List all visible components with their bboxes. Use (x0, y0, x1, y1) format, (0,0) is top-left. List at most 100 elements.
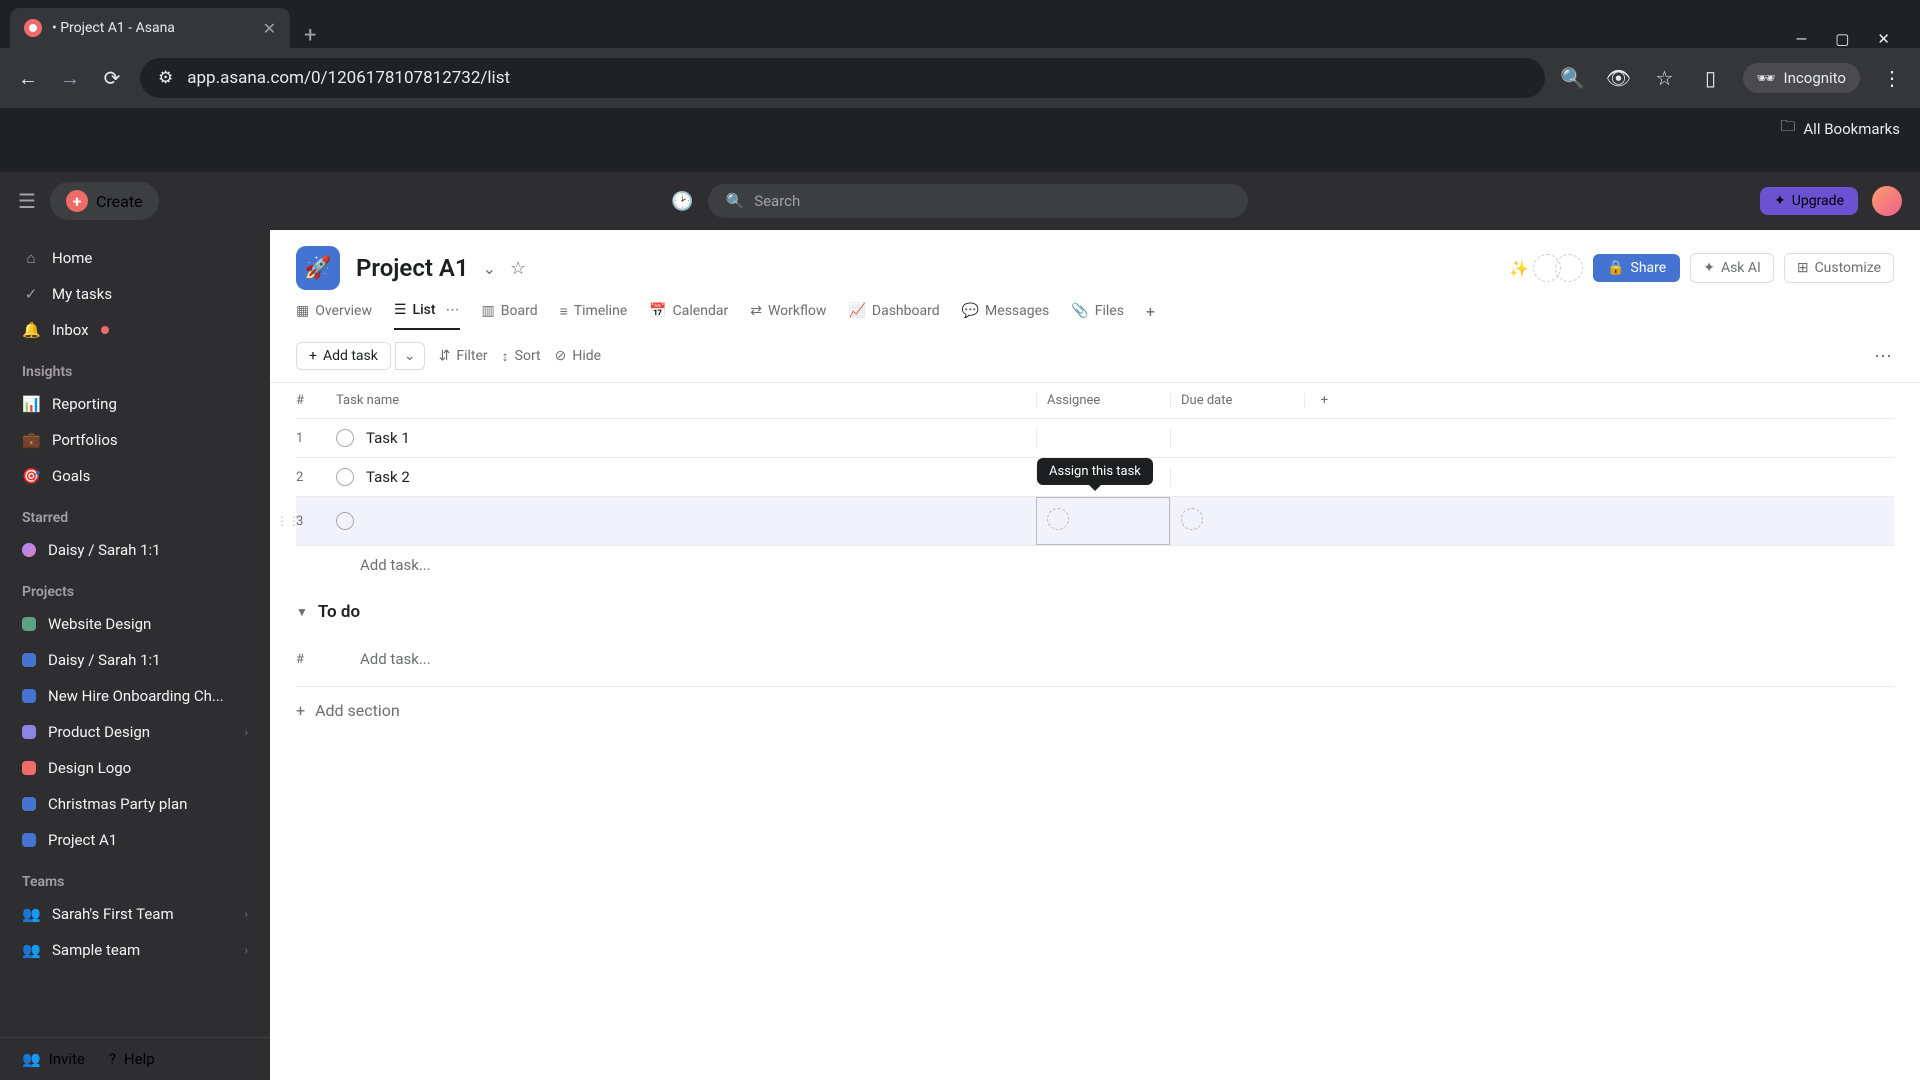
tab-timeline[interactable]: ≡Timeline (560, 302, 628, 330)
messages-icon: 💬 (962, 303, 979, 319)
ai-sparkle-icon[interactable]: ✨ (1509, 259, 1529, 278)
empty-avatars[interactable] (1539, 254, 1583, 282)
sidebar-project[interactable]: New Hire Onboarding Ch... (0, 678, 270, 714)
tab-messages[interactable]: 💬Messages (962, 302, 1050, 330)
sidebar-project[interactable]: Daisy / Sarah 1:1 (0, 642, 270, 678)
sidebar-project[interactable]: Product Design› (0, 714, 270, 750)
tab-files[interactable]: 📎Files (1071, 302, 1124, 330)
task-name[interactable]: Task 2 (366, 468, 410, 486)
assign-placeholder-icon[interactable] (1047, 508, 1069, 530)
sidebar-my-tasks[interactable]: ✓My tasks (0, 276, 270, 312)
sidebar-home[interactable]: ⌂Home (0, 240, 270, 276)
share-button[interactable]: 🔒Share (1593, 254, 1680, 282)
tab-workflow[interactable]: ⇄Workflow (750, 302, 826, 330)
incognito-chip[interactable]: 🕶 Incognito (1743, 63, 1861, 93)
search-icon[interactable]: 🔍 (1559, 64, 1587, 92)
sort-button[interactable]: ↕Sort (502, 348, 541, 365)
browser-tab[interactable]: • Project A1 - Asana ✕ (10, 8, 290, 48)
add-task-button[interactable]: +Add task (296, 342, 391, 370)
close-window-icon[interactable]: ✕ (1877, 30, 1890, 48)
sidebar-goals[interactable]: 🎯Goals (0, 458, 270, 494)
tab-calendar[interactable]: 📅Calendar (649, 302, 728, 330)
project-menu-chevron[interactable]: ⌄ (483, 259, 496, 278)
due-cell[interactable] (1170, 467, 1304, 487)
sidebar-starred-item[interactable]: Daisy / Sarah 1:1 (0, 532, 270, 568)
sidebar-portfolios[interactable]: 💼Portfolios (0, 422, 270, 458)
search-input[interactable]: 🔍 Search (708, 184, 1248, 218)
task-row-active[interactable]: ⋮⋮ 3 Assign this task (296, 497, 1894, 546)
section-todo[interactable]: ▼ To do (296, 584, 1894, 632)
complete-check-icon[interactable] (336, 429, 354, 447)
drag-handle-icon[interactable]: ⋮⋮ (276, 514, 300, 528)
hamburger-icon[interactable]: ☰ (18, 189, 36, 213)
user-avatar[interactable] (1872, 186, 1902, 216)
col-assignee[interactable]: Assignee (1036, 393, 1170, 408)
due-cell[interactable] (1170, 498, 1304, 544)
col-due[interactable]: Due date (1170, 393, 1304, 408)
sidebar-team[interactable]: 👥Sample team› (0, 932, 270, 968)
due-cell[interactable] (1170, 428, 1304, 448)
back-icon[interactable]: ← (14, 64, 42, 92)
minimize-icon[interactable]: ― (1796, 30, 1808, 48)
add-column-button[interactable]: + (1304, 393, 1344, 408)
customize-label: Customize (1815, 260, 1881, 276)
filter-button[interactable]: ⇵Filter (439, 348, 488, 364)
sidebar-reporting[interactable]: 📊Reporting (0, 386, 270, 422)
customize-button[interactable]: ⊞Customize (1784, 253, 1894, 283)
project-color-icon (22, 617, 36, 631)
assignee-cell[interactable]: Assign this task (1036, 497, 1170, 545)
address-bar[interactable]: ⚙ app.asana.com/0/1206178107812732/list (140, 58, 1545, 98)
eye-off-icon[interactable]: 👁 (1605, 64, 1633, 92)
assignee-cell[interactable] (1036, 428, 1170, 448)
add-section-button[interactable]: + Add section (296, 687, 1894, 734)
maximize-icon[interactable]: ▢ (1835, 30, 1849, 48)
close-tab-icon[interactable]: ✕ (263, 19, 276, 38)
col-number: # (296, 652, 336, 667)
sidebar-inbox[interactable]: 🔔Inbox (0, 312, 270, 348)
col-name[interactable]: Task name (336, 393, 1036, 408)
section-label: To do (318, 602, 360, 622)
tab-more-icon[interactable]: ⋯ (446, 302, 460, 318)
forward-icon[interactable]: → (56, 64, 84, 92)
sidebar-project[interactable]: Christmas Party plan (0, 786, 270, 822)
complete-check-icon[interactable] (336, 468, 354, 486)
due-placeholder-icon[interactable] (1181, 508, 1203, 530)
chevron-down-icon[interactable]: ▼ (296, 605, 308, 619)
all-bookmarks-link[interactable]: All Bookmarks (1803, 120, 1900, 138)
project-title[interactable]: Project A1 (356, 254, 469, 282)
help-button[interactable]: ?Help (109, 1050, 155, 1068)
sidebar-label: Website Design (48, 615, 151, 633)
tab-dashboard[interactable]: 📈Dashboard (848, 302, 939, 330)
add-tab-button[interactable]: + (1146, 302, 1155, 330)
add-task-inline[interactable]: Add task... (336, 640, 431, 678)
task-row[interactable]: 1 Task 1 (296, 419, 1894, 458)
invite-button[interactable]: 👥Invite (22, 1050, 85, 1068)
complete-check-icon[interactable] (336, 512, 354, 530)
add-task-inline[interactable]: Add task... (296, 546, 1894, 584)
hide-button[interactable]: ⊘Hide (555, 348, 601, 364)
star-icon[interactable]: ☆ (510, 258, 526, 279)
upgrade-button[interactable]: ✦ Upgrade (1760, 187, 1858, 215)
sidebar-project[interactable]: Website Design (0, 606, 270, 642)
history-icon[interactable]: 🕑 (671, 191, 693, 212)
site-settings-icon[interactable]: ⚙ (158, 68, 173, 88)
add-task-dropdown[interactable]: ⌄ (395, 342, 425, 370)
ask-ai-button[interactable]: ✦Ask AI (1690, 253, 1774, 283)
sidebar-project[interactable]: Design Logo (0, 750, 270, 786)
task-name[interactable]: Task 1 (366, 429, 410, 447)
new-tab-button[interactable]: + (290, 23, 330, 48)
side-panel-icon[interactable]: ▯ (1697, 64, 1725, 92)
create-button[interactable]: + Create (50, 182, 159, 220)
chevron-right-icon: › (244, 725, 248, 739)
sidebar-project[interactable]: Project A1 (0, 822, 270, 858)
bookmark-star-icon[interactable]: ☆ (1651, 64, 1679, 92)
toolbar-more-icon[interactable]: ⋯ (1874, 346, 1894, 367)
tab-list[interactable]: ☰List⋯ (394, 302, 460, 330)
target-icon: 🎯 (22, 467, 40, 485)
sidebar-team[interactable]: 👥Sarah's First Team› (0, 896, 270, 932)
tab-label: Overview (315, 303, 372, 319)
tab-board[interactable]: ▥Board (482, 302, 538, 330)
reload-icon[interactable]: ⟳ (98, 64, 126, 92)
browser-menu-icon[interactable]: ⋮ (1878, 64, 1906, 92)
tab-overview[interactable]: ▦Overview (296, 302, 372, 330)
